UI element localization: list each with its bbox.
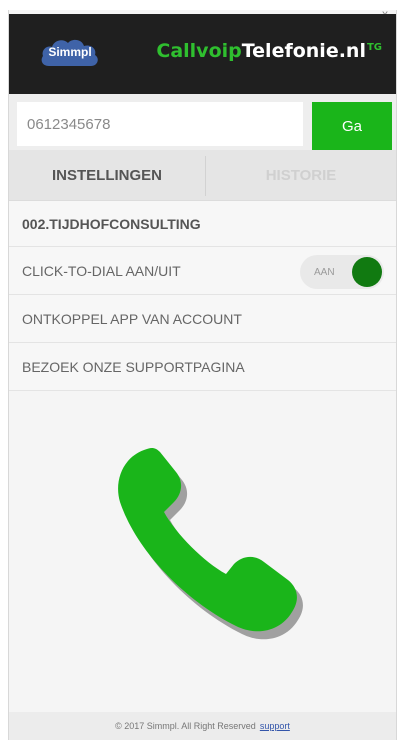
support-page-link[interactable]: BEZOEK ONZE SUPPORTPAGINA [9,343,396,391]
phone-handset-icon [114,440,324,650]
copyright-text: © 2017 Simmpl. All Right Reserved [115,721,256,731]
brand-part1: Callvoip [156,40,242,62]
brand-superscript: TG [366,41,382,53]
account-name: 002.TIJDHOFCONSULTING [9,201,396,247]
click-to-dial-label: CLICK-TO-DIAL AAN/UIT [22,262,181,279]
brand-title: CallvoipTelefonie.nlTG [156,40,382,62]
tab-instellingen[interactable]: INSTELLINGEN [9,150,205,200]
brand-part2: Telefonie.nl [241,40,366,62]
logo-label: Simmpl [48,45,92,59]
tab-historie[interactable]: HISTORIE [206,150,396,200]
click-to-dial-toggle[interactable]: AAN [300,255,384,289]
header-bar: Simmpl CallvoipTelefonie.nlTG [9,14,396,94]
toggle-knob [352,257,382,287]
simmpl-logo: Simmpl [39,36,101,68]
extension-popup: x Simmpl CallvoipTelefonie.nlTG Ga INSTE… [8,10,397,740]
support-link[interactable]: support [260,721,290,731]
tab-bar: INSTELLINGEN HISTORIE [9,150,396,201]
settings-menu: 002.TIJDHOFCONSULTING CLICK-TO-DIAL AAN/… [9,201,396,391]
dial-bar: Ga [9,94,396,150]
toggle-label: AAN [314,266,335,278]
phone-number-input[interactable] [17,102,303,146]
footer: © 2017 Simmpl. All Right Reserved suppor… [9,712,396,740]
click-to-dial-row: CLICK-TO-DIAL AAN/UIT AAN [9,247,396,295]
disconnect-app-link[interactable]: ONTKOPPEL APP VAN ACCOUNT [9,295,396,343]
go-button[interactable]: Ga [312,102,392,150]
